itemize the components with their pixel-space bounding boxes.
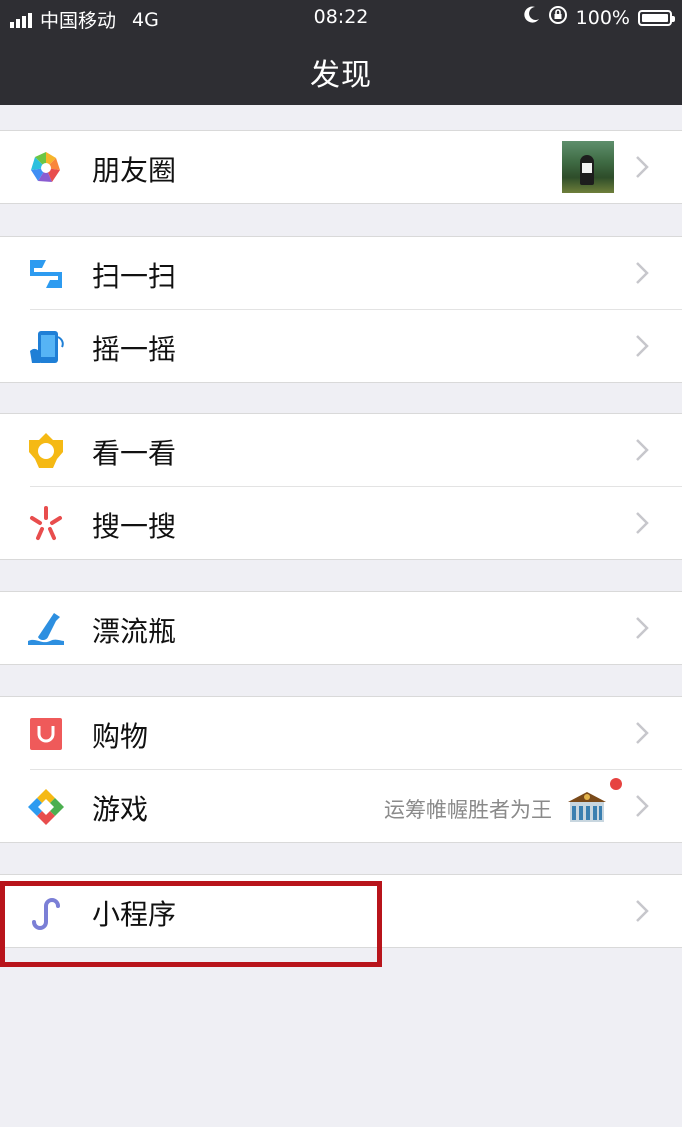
navigation-bar: 发现 [0,36,682,105]
group-shop-games: 购物 游戏 运筹帷幄胜者为王 [0,696,682,843]
group-scan-shake: 扫一扫 摇一摇 [0,236,682,383]
shake-label: 摇一摇 [92,333,177,366]
chevron-right-icon [634,511,650,535]
list-item-games[interactable]: 游戏 运筹帷幄胜者为王 [28,769,682,842]
battery-icon [638,9,675,26]
chevron-right-icon [634,155,650,179]
moments-label: 朋友圈 [92,154,177,187]
battery-percent: 100% [575,6,630,29]
chevron-right-icon [634,438,650,462]
top-stories-label: 看一看 [92,437,177,470]
group-look-search: 看一看 搜一搜 [0,413,682,560]
games-promo-text: 运筹帷幄胜者为王 [384,798,552,822]
games-diamond-icon [26,787,66,827]
top-stories-icon [26,431,66,471]
search-sparkle-icon [26,504,66,544]
list-item-search[interactable]: 搜一搜 [30,486,682,559]
moments-aperture-icon [26,148,66,188]
drift-bottle-label: 漂流瓶 [92,615,177,648]
highlight-box [0,881,382,967]
chevron-right-icon [634,794,650,818]
group-drift-bottle: 漂流瓶 [0,591,682,665]
scan-icon [26,254,66,294]
games-label: 游戏 [92,793,149,826]
page-title: 发现 [310,58,372,93]
drift-bottle-icon [26,609,66,649]
shopping-label: 购物 [92,720,149,753]
list-item-top-stories[interactable]: 看一看 [0,414,682,486]
list-item-drift-bottle[interactable]: 漂流瓶 [0,592,682,664]
moments-latest-photo [562,141,614,193]
shopping-bag-icon [26,714,66,754]
chevron-right-icon [634,334,650,358]
moon-icon [524,6,540,29]
status-bar: 中国移动 4G 08:22 100% [0,0,682,36]
scan-label: 扫一扫 [92,260,177,293]
chevron-right-icon [634,261,650,285]
notification-dot [610,778,622,790]
game-thumbnail [566,788,608,824]
list-item-shake[interactable]: 摇一摇 [30,309,682,382]
chevron-right-icon [634,899,650,923]
list-item-moments[interactable]: 朋友圈 [0,131,682,203]
list-item-shopping[interactable]: 购物 [0,697,682,769]
group-moments: 朋友圈 [0,130,682,204]
chevron-right-icon [634,721,650,745]
shake-icon [26,327,66,367]
rotation-lock-icon [548,5,568,30]
search-label: 搜一搜 [92,510,177,543]
list-item-scan[interactable]: 扫一扫 [0,237,682,309]
chevron-right-icon [634,616,650,640]
